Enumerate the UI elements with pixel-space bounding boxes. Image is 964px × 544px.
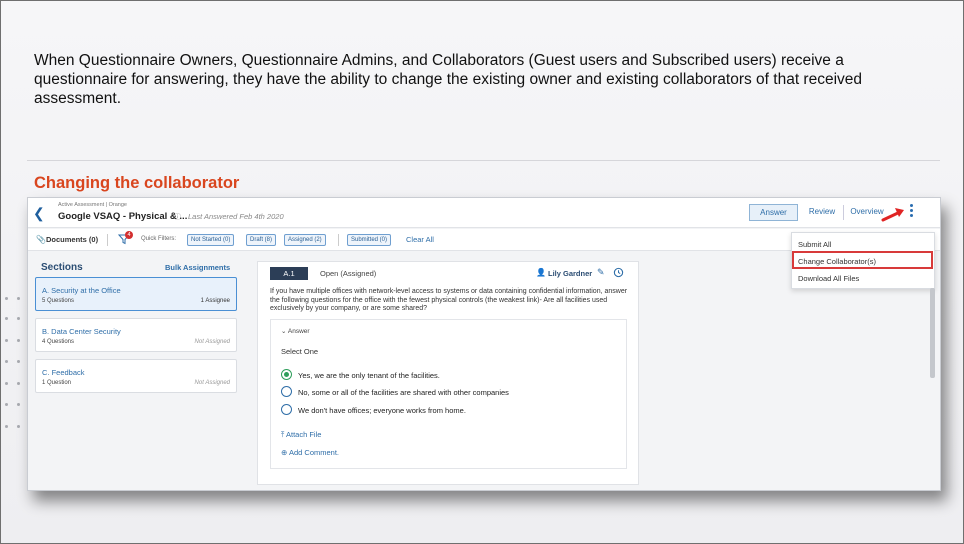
documents-link[interactable]: Documents (0) xyxy=(46,235,98,244)
radio-icon[interactable] xyxy=(281,386,292,397)
option-label: Yes, we are the only tenant of the facil… xyxy=(298,371,440,380)
section-name: A. Security at the Office xyxy=(42,286,121,295)
scrollbar[interactable] xyxy=(930,288,935,378)
sections-title: Sections xyxy=(41,262,83,273)
more-options-menu: Submit All Change Collaborator(s) Downlo… xyxy=(791,232,935,289)
radio-icon[interactable] xyxy=(281,404,292,415)
add-comment-label: Add Comment. xyxy=(288,448,339,457)
filter-divider xyxy=(107,234,108,246)
section-count: 1 Question xyxy=(42,380,72,386)
history-icon[interactable] xyxy=(613,267,624,278)
section-status: 1 Assignee xyxy=(200,298,230,304)
filter-divider xyxy=(338,234,339,246)
radio-checked-icon[interactable] xyxy=(281,369,292,380)
filter-count-badge: 4 xyxy=(125,231,133,239)
question-card: A.1 Open (Assigned) 👤 Lily Gardner ✎ If … xyxy=(257,261,639,485)
menu-item-submit-all[interactable]: Submit All xyxy=(798,240,831,249)
app-header: ❮ Active Assessment | Orange Google VSAQ… xyxy=(28,198,940,228)
quick-filters-label: Quick Filters: xyxy=(141,236,177,242)
clear-all-link[interactable]: Clear All xyxy=(406,235,434,244)
slide: When Questionnaire Owners, Questionnaire… xyxy=(0,0,964,544)
intro-text: When Questionnaire Owners, Questionnaire… xyxy=(34,52,863,107)
back-chevron-icon[interactable]: ❮ xyxy=(33,206,45,220)
section-status: Not Assigned xyxy=(194,339,230,345)
question-id-badge: A.1 xyxy=(270,267,308,280)
chip-draft[interactable]: Draft (8) xyxy=(246,234,277,246)
answer-toggle[interactable]: ⌄ Answer xyxy=(281,327,310,335)
more-options-icon[interactable] xyxy=(908,203,914,221)
select-one-label: Select One xyxy=(281,347,319,356)
info-icon[interactable]: ⓘ xyxy=(174,212,181,222)
section-card-a[interactable]: A. Security at the Office 5 Questions 1 … xyxy=(35,277,237,311)
section-card-c[interactable]: C. Feedback 1 Question Not Assigned xyxy=(35,359,237,393)
chip-submitted[interactable]: Submitted (0) xyxy=(347,234,392,246)
divider xyxy=(27,160,940,161)
paperclip-icon: 📎 xyxy=(36,235,46,244)
section-card-b[interactable]: B. Data Center Security 4 Questions Not … xyxy=(35,318,237,352)
add-comment-link[interactable]: ⊕ Add Comment. xyxy=(281,448,339,457)
menu-item-download-all[interactable]: Download All Files xyxy=(798,274,859,283)
option-label: No, some or all of the facilities are sh… xyxy=(298,388,509,397)
chip-assigned[interactable]: Assigned (2) xyxy=(284,234,326,246)
edit-pencil-icon[interactable]: ✎ xyxy=(597,267,605,278)
menu-item-change-collaborators[interactable]: Change Collaborator(s) xyxy=(798,257,876,266)
chip-not-started[interactable]: Not Started (0) xyxy=(187,234,235,246)
section-count: 4 Questions xyxy=(42,339,75,345)
answer-box: ⌄ Answer Select One Yes, we are the only… xyxy=(270,319,627,469)
red-arrow-icon xyxy=(881,208,904,222)
section-count: 5 Questions xyxy=(42,298,75,304)
decorative-dots xyxy=(3,297,25,457)
section-name: C. Feedback xyxy=(42,368,85,377)
answer-toggle-label: Answer xyxy=(287,328,310,335)
bulk-assignments-link[interactable]: Bulk Assignments xyxy=(165,263,230,272)
option-label: We don't have offices; everyone works fr… xyxy=(298,406,466,415)
assessment-title: Google VSAQ - Physical & ... xyxy=(58,211,188,222)
sections-panel: Sections Bulk Assignments A. Security at… xyxy=(28,252,243,490)
assignee-name: Lily Gardner xyxy=(548,269,593,278)
attach-file-label: Attach File xyxy=(286,430,322,439)
question-status: Open (Assigned) xyxy=(320,269,377,278)
last-answered: Last Answered Feb 4th 2020 xyxy=(188,212,284,221)
attach-file-link[interactable]: ⤒ Attach File xyxy=(281,430,321,440)
breadcrumb: Active Assessment | Orange xyxy=(58,202,127,208)
section-heading: Changing the collaborator xyxy=(34,174,240,192)
tab-divider xyxy=(843,205,844,220)
section-name: B. Data Center Security xyxy=(42,327,121,336)
tab-review[interactable]: Review xyxy=(808,204,836,221)
app-screenshot: ❮ Active Assessment | Orange Google VSAQ… xyxy=(27,197,941,491)
question-text: If you have multiple offices with networ… xyxy=(270,288,628,313)
person-icon: 👤 xyxy=(536,268,546,277)
section-status: Not Assigned xyxy=(194,380,230,386)
tab-answer[interactable]: Answer xyxy=(749,204,798,221)
